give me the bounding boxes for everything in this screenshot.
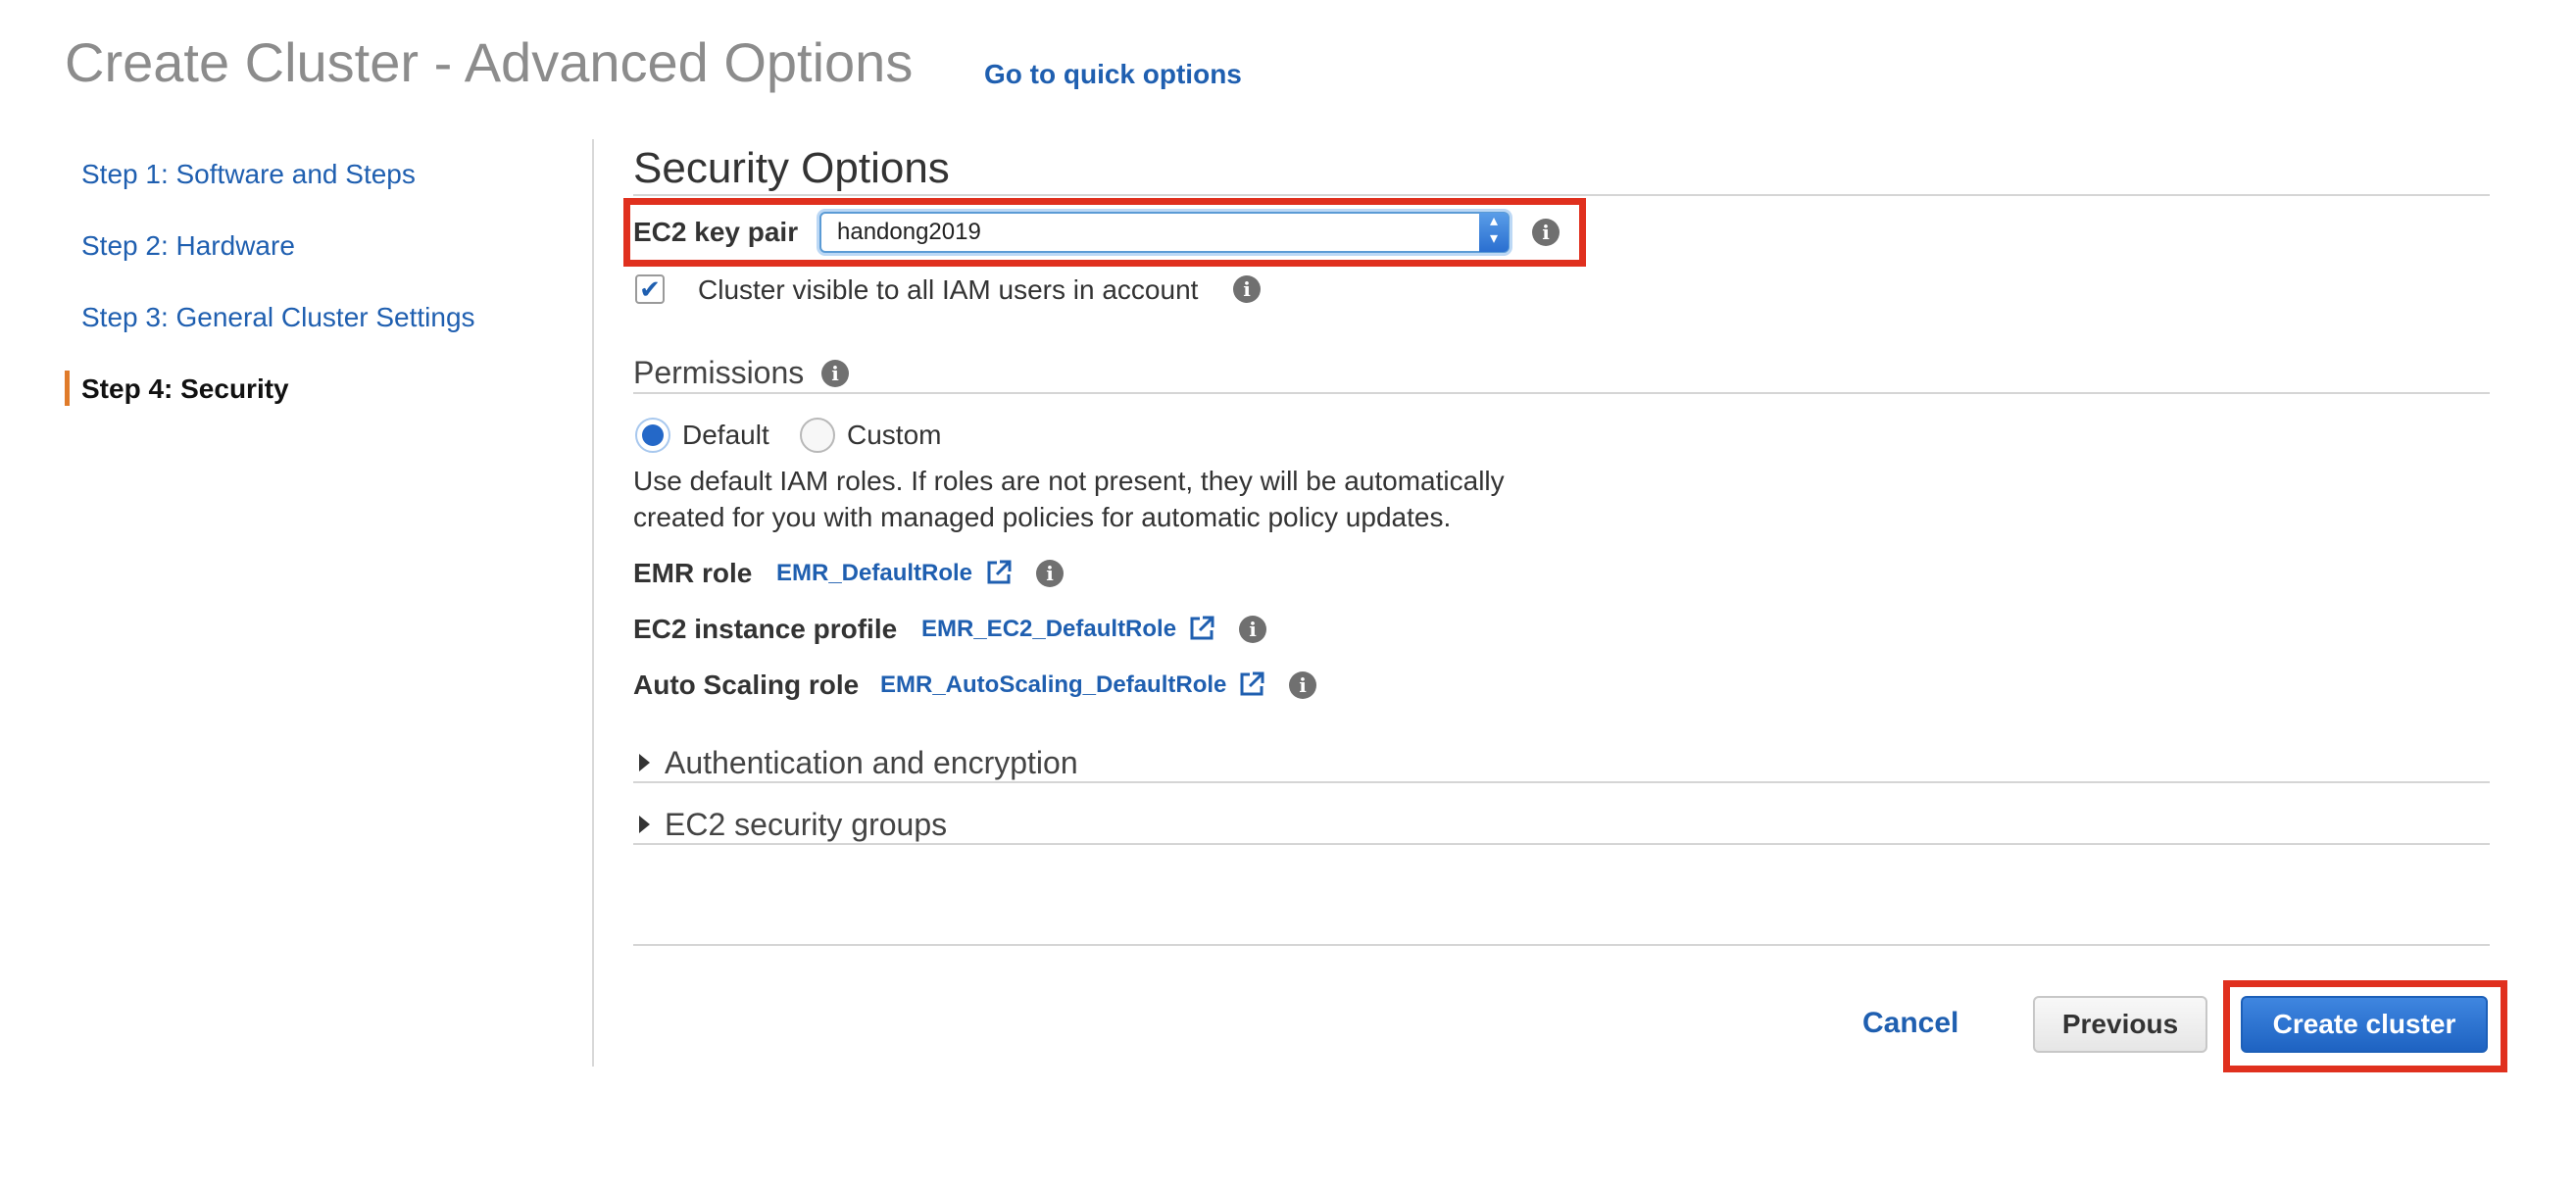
permissions-default-label: Default (682, 420, 769, 450)
key-pair-info-icon[interactable]: i (1532, 219, 1560, 246)
sidebar-step-software[interactable]: Step 1: Software and Steps (81, 157, 416, 192)
quick-options-link[interactable]: Go to quick options (984, 57, 1242, 92)
sidebar-divider (592, 139, 594, 1067)
key-pair-select[interactable]: handong2019 ▴ ▾ (819, 212, 1510, 253)
previous-button[interactable]: Previous (2033, 996, 2207, 1053)
security-options-title: Security Options (633, 144, 950, 192)
security-groups-toggle[interactable]: EC2 security groups (665, 805, 947, 844)
emr-role-link[interactable]: EMR_DefaultRole (776, 557, 972, 590)
ec2-instance-profile-label: EC2 instance profile (633, 614, 898, 644)
sidebar-step-hardware[interactable]: Step 2: Hardware (81, 228, 295, 264)
permissions-description-line1: Use default IAM roles. If roles are not … (633, 466, 1505, 496)
cluster-visible-info-icon[interactable]: i (1233, 275, 1261, 303)
key-pair-label: EC2 key pair (633, 217, 799, 247)
auto-scaling-external-link-icon[interactable] (1238, 670, 1265, 698)
ec2-profile-info-icon[interactable]: i (1239, 616, 1266, 643)
permissions-info-icon[interactable]: i (821, 360, 849, 387)
section-divider (633, 194, 2490, 196)
permissions-description-line2: created for you with managed policies fo… (633, 502, 1452, 532)
cluster-visible-label: Cluster visible to all IAM users in acco… (698, 274, 1199, 305)
select-chevron-icon: ▴ ▾ (1479, 213, 1509, 252)
auth-encryption-toggle[interactable]: Authentication and encryption (665, 743, 1078, 782)
footer-divider (633, 944, 2490, 946)
security-groups-divider (633, 843, 2490, 845)
ec2-instance-profile-link[interactable]: EMR_EC2_DefaultRole (921, 613, 1176, 646)
key-pair-value: handong2019 (837, 219, 981, 245)
auto-scaling-role-label: Auto Scaling role (633, 670, 860, 700)
sidebar-step-general-settings[interactable]: Step 3: General Cluster Settings (81, 300, 475, 335)
auto-scaling-role-link[interactable]: EMR_AutoScaling_DefaultRole (880, 669, 1226, 702)
auth-encryption-divider (633, 781, 2490, 783)
security-groups-expand-icon[interactable] (639, 816, 650, 833)
sidebar-step-security: Step 4: Security (81, 373, 289, 404)
permissions-custom-label: Custom (847, 420, 942, 450)
cluster-visible-checkbox[interactable]: ✔ (635, 274, 665, 304)
permissions-default-radio[interactable] (635, 418, 670, 453)
permissions-custom-radio[interactable] (800, 418, 835, 453)
auth-encryption-expand-icon[interactable] (639, 754, 650, 771)
emr-role-external-link-icon[interactable] (985, 559, 1013, 586)
page-title: Create Cluster - Advanced Options (65, 31, 914, 93)
create-cluster-button[interactable]: Create cluster (2241, 996, 2488, 1053)
emr-role-label: EMR role (633, 558, 753, 588)
emr-role-info-icon[interactable]: i (1036, 560, 1064, 587)
ec2-profile-external-link-icon[interactable] (1188, 615, 1215, 642)
cancel-button[interactable]: Cancel (1862, 1006, 1958, 1041)
permissions-title: Permissions (633, 355, 805, 390)
permissions-divider (633, 392, 2490, 394)
auto-scaling-info-icon[interactable]: i (1289, 671, 1316, 699)
active-step-marker (65, 371, 70, 406)
